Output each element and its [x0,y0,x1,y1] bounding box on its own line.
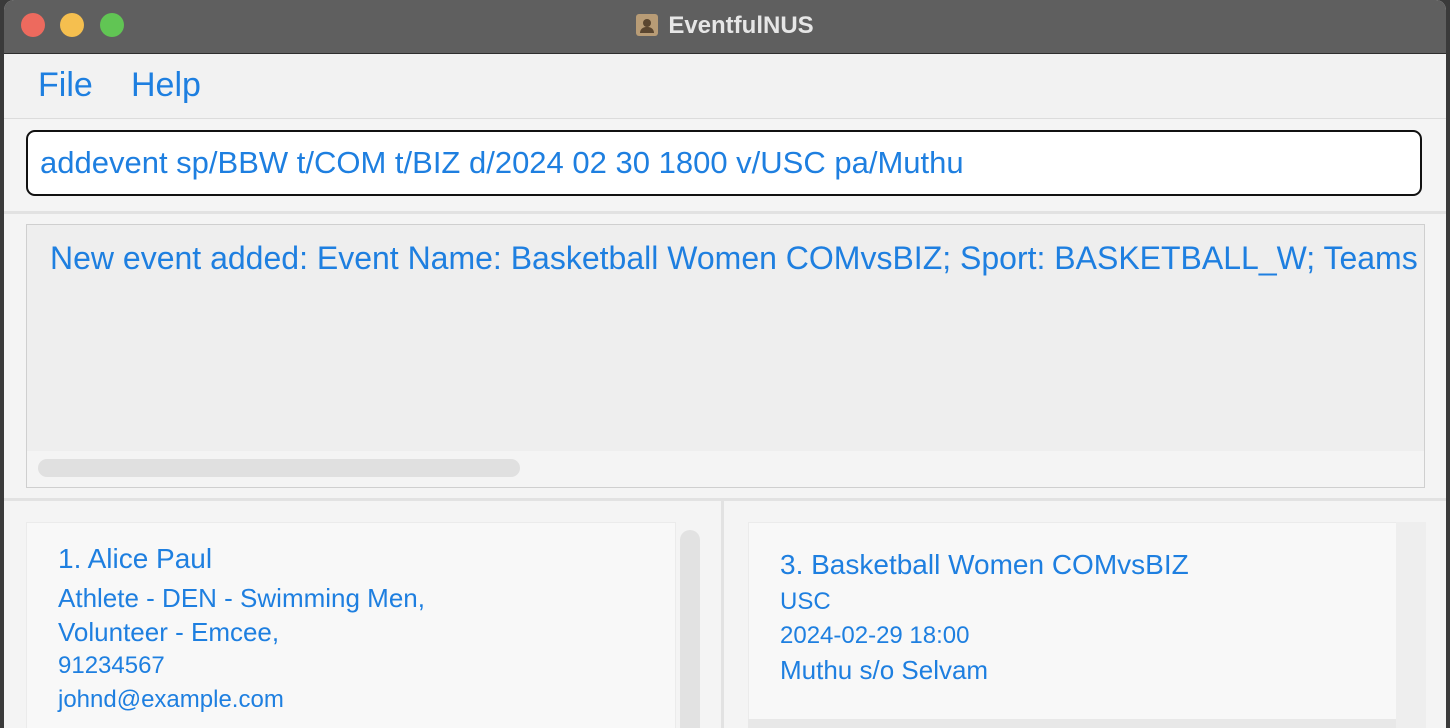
app-window: EventfulNUS File Help New event added: E… [4,0,1446,728]
event-list-scrollbar[interactable] [1396,522,1426,728]
event-participant: Muthu s/o Selvam [780,655,989,685]
event-card-next[interactable] [748,719,1396,728]
person-name: 1. Alice Paul [58,543,213,574]
command-box-area [4,119,1446,214]
person-role: Volunteer - Emcee, [58,617,280,647]
result-scrollbar-thumb[interactable] [38,459,520,477]
event-venue: USC [780,588,831,615]
window-title: EventfulNUS [668,12,814,39]
menu-bar: File Help [4,54,1446,119]
command-input[interactable] [26,130,1422,196]
event-datetime: 2024-02-29 18:00 [780,622,970,649]
person-card[interactable]: 1. Alice Paul Athlete - DEN - Swimming M… [26,522,676,728]
event-list-panel: 3. Basketball Women COMvsBIZ USC 2024-02… [726,501,1446,728]
person-list-panel: 1. Alice Paul Athlete - DEN - Swimming M… [4,501,724,728]
event-card[interactable]: 3. Basketball Women COMvsBIZ USC 2024-02… [748,522,1398,721]
result-display-box: New event added: Event Name: Basketball … [26,224,1425,488]
person-phone: 91234567 [58,652,165,679]
person-role: Athlete - DEN - Swimming Men, [58,583,425,613]
menu-file[interactable]: File [38,66,93,105]
result-display-area: New event added: Event Name: Basketball … [4,214,1446,501]
person-list-scrollbar-thumb[interactable] [680,530,700,728]
title-bar[interactable]: EventfulNUS [4,0,1446,54]
result-horizontal-scrollbar[interactable] [27,451,1424,487]
person-email: johnd@example.com [58,686,284,713]
menu-help[interactable]: Help [131,66,201,105]
list-panes: 1. Alice Paul Athlete - DEN - Swimming M… [4,501,1446,728]
person-list-scrollbar[interactable] [680,522,704,728]
app-contact-icon [636,14,659,36]
event-name: 3. Basketball Women COMvsBIZ [780,549,1189,580]
result-message: New event added: Event Name: Basketball … [50,240,1418,276]
window-title-container: EventfulNUS [4,12,1446,40]
